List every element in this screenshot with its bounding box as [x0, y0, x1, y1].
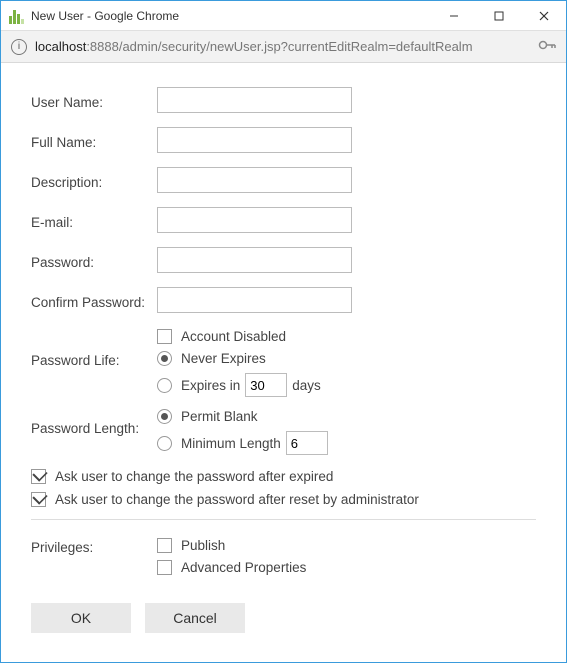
info-icon[interactable]: i: [11, 39, 27, 55]
email-input[interactable]: [157, 207, 352, 233]
label-password: Password:: [31, 251, 157, 270]
expires-in-radio[interactable]: [157, 378, 172, 393]
label-description: Description:: [31, 171, 157, 190]
key-icon[interactable]: [538, 39, 556, 54]
ask-after-expired-checkbox[interactable]: [31, 469, 46, 484]
close-button[interactable]: [521, 1, 566, 30]
url-host: localhost: [35, 39, 86, 54]
username-input[interactable]: [157, 87, 352, 113]
never-expires-label: Never Expires: [181, 351, 266, 366]
ask-after-reset-label: Ask user to change the password after re…: [55, 492, 419, 507]
min-length-label: Minimum Length: [181, 436, 281, 451]
permit-blank-label: Permit Blank: [181, 409, 258, 424]
publish-label: Publish: [181, 538, 225, 553]
expires-days-input[interactable]: [245, 373, 287, 397]
fullname-input[interactable]: [157, 127, 352, 153]
label-password-length: Password Length:: [31, 407, 157, 436]
expires-in-suffix: days: [292, 378, 321, 393]
never-expires-radio[interactable]: [157, 351, 172, 366]
ask-after-expired-label: Ask user to change the password after ex…: [55, 469, 333, 484]
window-titlebar: New User - Google Chrome: [1, 1, 566, 31]
address-bar[interactable]: i localhost:8888/admin/security/newUser.…: [1, 31, 566, 63]
advanced-props-checkbox[interactable]: [157, 560, 172, 575]
advanced-props-label: Advanced Properties: [181, 560, 306, 575]
label-password-life: Password Life:: [31, 327, 157, 368]
password-input[interactable]: [157, 247, 352, 273]
url-path: :8888/admin/security/newUser.jsp?current…: [86, 39, 472, 54]
min-length-radio[interactable]: [157, 436, 172, 451]
maximize-button[interactable]: [476, 1, 521, 30]
button-row: OK Cancel: [31, 603, 536, 633]
account-disabled-label: Account Disabled: [181, 329, 286, 344]
label-username: User Name:: [31, 91, 157, 110]
divider: [31, 519, 536, 520]
cancel-button[interactable]: Cancel: [145, 603, 245, 633]
label-confirm-password: Confirm Password:: [31, 291, 157, 310]
confirm-password-input[interactable]: [157, 287, 352, 313]
minimize-button[interactable]: [431, 1, 476, 30]
window-controls: [431, 1, 566, 30]
label-fullname: Full Name:: [31, 131, 157, 150]
permit-blank-radio[interactable]: [157, 409, 172, 424]
ask-after-reset-checkbox[interactable]: [31, 492, 46, 507]
description-input[interactable]: [157, 167, 352, 193]
window-title: New User - Google Chrome: [31, 9, 431, 23]
app-icon: [9, 8, 25, 24]
label-email: E-mail:: [31, 211, 157, 230]
url-text: localhost:8888/admin/security/newUser.js…: [35, 39, 530, 54]
label-privileges: Privileges:: [31, 536, 157, 555]
publish-checkbox[interactable]: [157, 538, 172, 553]
ok-button[interactable]: OK: [31, 603, 131, 633]
expires-in-prefix: Expires in: [181, 378, 240, 393]
form-area: User Name: Full Name: Description: E-mai…: [1, 63, 566, 643]
account-disabled-checkbox[interactable]: [157, 329, 172, 344]
min-length-input[interactable]: [286, 431, 328, 455]
